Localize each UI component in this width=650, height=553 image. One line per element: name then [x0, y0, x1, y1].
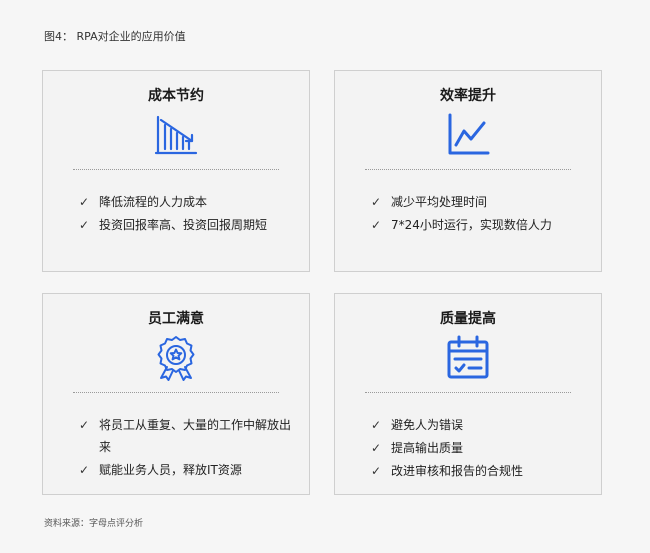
benefit-list: ✓ 降低流程的人力成本 ✓ 投资回报率高、投资回报周期短	[77, 191, 295, 237]
dotted-divider	[365, 169, 571, 170]
list-item: ✓ 将员工从重复、大量的工作中解放出来	[77, 414, 295, 458]
list-item: ✓ 投资回报率高、投资回报周期短	[77, 214, 295, 236]
card-title: 质量提高	[440, 311, 496, 327]
calendar-check-icon	[447, 335, 489, 379]
dotted-divider	[73, 392, 279, 393]
list-item: ✓ 避免人为错误	[369, 414, 587, 436]
card-efficiency: 效率提升 ✓ 减少平均处理时间 ✓ 7*24小时运行，实现数倍人力	[334, 70, 602, 272]
check-icon: ✓	[370, 418, 382, 432]
list-item: ✓ 7*24小时运行，实现数倍人力	[369, 214, 587, 236]
list-item: ✓ 改进审核和报告的合规性	[369, 460, 587, 482]
check-icon: ✓	[370, 218, 382, 232]
check-icon: ✓	[78, 418, 90, 432]
award-ribbon-icon	[157, 336, 195, 381]
check-icon: ✓	[78, 463, 90, 477]
card-quality: 质量提高 ✓ 避免人为错误 ✓ 提高输出质量 ✓ 改进审核和报告的合规性	[334, 293, 602, 495]
check-icon: ✓	[370, 464, 382, 478]
bar-chart-down-icon	[154, 115, 198, 155]
source-note: 资料来源：字母点评分析	[44, 519, 144, 529]
dotted-divider	[365, 392, 571, 393]
card-employee-satisfaction: 员工满意 ✓ 将员工从重复、大量的工作中解放出来 ✓ 赋能业务人员，释放IT资源	[42, 293, 310, 495]
check-icon: ✓	[78, 195, 90, 209]
benefit-list: ✓ 避免人为错误 ✓ 提高输出质量 ✓ 改进审核和报告的合规性	[369, 414, 587, 483]
line-chart-up-icon	[448, 113, 490, 155]
figure-title: 图4： RPA对企业的应用价值	[44, 30, 186, 43]
dotted-divider	[73, 169, 279, 170]
card-title: 成本节约	[148, 88, 204, 104]
list-item: ✓ 提高输出质量	[369, 437, 587, 459]
list-item: ✓ 赋能业务人员，释放IT资源	[77, 459, 295, 481]
check-icon: ✓	[370, 195, 382, 209]
benefit-list: ✓ 将员工从重复、大量的工作中解放出来 ✓ 赋能业务人员，释放IT资源	[77, 414, 295, 482]
check-icon: ✓	[370, 441, 382, 455]
benefit-list: ✓ 减少平均处理时间 ✓ 7*24小时运行，实现数倍人力	[369, 191, 587, 237]
card-cost-saving: 成本节约 ✓ 降低流程的人力成本 ✓ 投资回报率高、投资回报周期短	[42, 70, 310, 272]
card-title: 效率提升	[440, 88, 496, 104]
check-icon: ✓	[78, 218, 90, 232]
card-title: 员工满意	[148, 311, 204, 327]
list-item: ✓ 减少平均处理时间	[369, 191, 587, 213]
list-item: ✓ 降低流程的人力成本	[77, 191, 295, 213]
